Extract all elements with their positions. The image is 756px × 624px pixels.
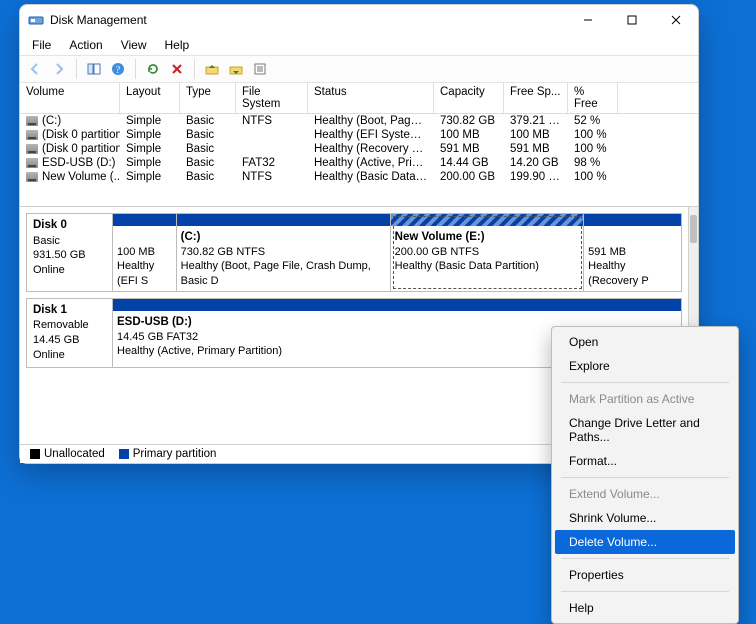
refresh-icon[interactable] xyxy=(142,58,164,80)
folder-down-icon[interactable] xyxy=(225,58,247,80)
menu-action[interactable]: Action xyxy=(61,36,110,54)
context-extend-volume: Extend Volume... xyxy=(555,482,735,506)
titlebar: Disk Management xyxy=(20,5,698,35)
context-open[interactable]: Open xyxy=(555,330,735,354)
partition[interactable]: New Volume (E:)200.00 GB NTFSHealthy (Ba… xyxy=(391,214,585,291)
menu-file[interactable]: File xyxy=(24,36,59,54)
volume-row[interactable]: (Disk 0 partition 5)SimpleBasicHealthy (… xyxy=(20,142,698,156)
menu-separator xyxy=(561,382,729,383)
context-mark-partition-as-active: Mark Partition as Active xyxy=(555,387,735,411)
drive-icon xyxy=(26,158,38,168)
properties-icon[interactable] xyxy=(249,58,271,80)
maximize-button[interactable] xyxy=(610,5,654,35)
volume-row[interactable]: New Volume (...SimpleBasicNTFSHealthy (B… xyxy=(20,170,698,184)
volume-row[interactable]: (Disk 0 partition 1)SimpleBasicHealthy (… xyxy=(20,128,698,142)
show-hide-tree-icon[interactable] xyxy=(83,58,105,80)
delete-icon[interactable] xyxy=(166,58,188,80)
context-shrink-volume[interactable]: Shrink Volume... xyxy=(555,506,735,530)
drive-icon xyxy=(26,116,38,126)
volume-row[interactable]: (C:)SimpleBasicNTFSHealthy (Boot, Page F… xyxy=(20,114,698,128)
column-header[interactable]: Status xyxy=(308,83,434,113)
column-header[interactable]: File System xyxy=(236,83,308,113)
disk-label[interactable]: Disk 1Removable14.45 GBOnline xyxy=(27,299,113,367)
column-header[interactable]: % Free xyxy=(568,83,618,113)
menu-view[interactable]: View xyxy=(113,36,155,54)
context-menu: OpenExplore Mark Partition as ActiveChang… xyxy=(551,326,739,624)
legend-primary: Primary partition xyxy=(119,448,217,460)
toolbar: ? xyxy=(20,55,698,83)
context-explore[interactable]: Explore xyxy=(555,354,735,378)
column-header[interactable]: Volume xyxy=(20,83,120,113)
context-change-drive-letter-and-paths[interactable]: Change Drive Letter and Paths... xyxy=(555,411,735,449)
drive-icon xyxy=(26,130,38,140)
menu-help[interactable]: Help xyxy=(157,36,198,54)
context-properties[interactable]: Properties xyxy=(555,563,735,587)
close-button[interactable] xyxy=(654,5,698,35)
context-delete-volume[interactable]: Delete Volume... xyxy=(555,530,735,554)
partition[interactable]: 100 MBHealthy (EFI S xyxy=(113,214,177,291)
volume-row[interactable]: ESD-USB (D:)SimpleBasicFAT32Healthy (Act… xyxy=(20,156,698,170)
legend-unallocated: Unallocated xyxy=(30,448,105,460)
column-header[interactable]: Type xyxy=(180,83,236,113)
menu-separator xyxy=(561,591,729,592)
menubar: FileActionViewHelp xyxy=(20,35,698,55)
window-title: Disk Management xyxy=(50,13,566,27)
context-help[interactable]: Help xyxy=(555,596,735,620)
context-format[interactable]: Format... xyxy=(555,449,735,473)
menu-separator xyxy=(561,558,729,559)
partition[interactable]: (C:)730.82 GB NTFSHealthy (Boot, Page Fi… xyxy=(177,214,391,291)
minimize-button[interactable] xyxy=(566,5,610,35)
menu-separator xyxy=(561,477,729,478)
help-icon[interactable]: ? xyxy=(107,58,129,80)
drive-icon xyxy=(26,144,38,154)
volume-rows: (C:)SimpleBasicNTFSHealthy (Boot, Page F… xyxy=(20,114,698,206)
svg-text:?: ? xyxy=(116,65,121,76)
column-headers: VolumeLayoutTypeFile SystemStatusCapacit… xyxy=(20,83,698,114)
partition[interactable]: 591 MBHealthy (Recovery P xyxy=(584,214,681,291)
disk-row: Disk 0Basic931.50 GBOnline 100 MBHealthy… xyxy=(26,213,682,292)
window-buttons xyxy=(566,5,698,35)
folder-up-icon[interactable] xyxy=(201,58,223,80)
volume-list: VolumeLayoutTypeFile SystemStatusCapacit… xyxy=(20,83,698,206)
column-header[interactable]: Capacity xyxy=(434,83,504,113)
nav-back-icon xyxy=(24,58,46,80)
nav-forward-icon xyxy=(48,58,70,80)
app-icon xyxy=(28,12,44,28)
column-header[interactable]: Free Sp... xyxy=(504,83,568,113)
disk-label[interactable]: Disk 0Basic931.50 GBOnline xyxy=(27,214,113,291)
drive-icon xyxy=(26,172,38,182)
column-header[interactable]: Layout xyxy=(120,83,180,113)
